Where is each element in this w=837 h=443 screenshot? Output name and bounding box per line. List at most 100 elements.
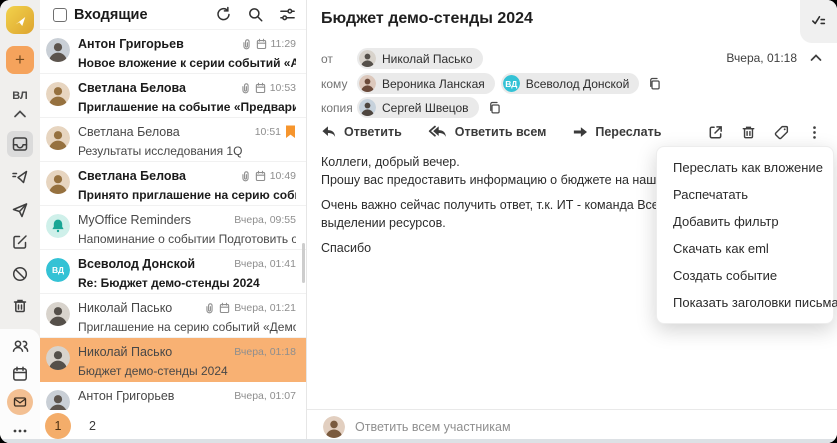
sent-icon[interactable] (7, 197, 33, 223)
kebab-menu-icon[interactable] (806, 124, 823, 141)
email-list-item[interactable]: Светлана Белова 10:51 Результаты исследо… (40, 118, 306, 162)
mail-actions-row: Ответить Ответить всем Переслать (321, 120, 823, 144)
checklist-icon[interactable] (800, 0, 837, 43)
recipient-chip[interactable]: Николай Пасько (357, 48, 483, 69)
recipient-chip[interactable]: Вероника Ланская (357, 73, 495, 94)
attachment-icon (240, 82, 251, 94)
attachment-icon (241, 38, 252, 50)
context-menu-item[interactable]: Переслать как вложение (657, 154, 833, 181)
email-list-item[interactable]: ВД Всеволод Донской Вчера, 01:41 Re: Бюд… (40, 250, 306, 294)
email-list-item[interactable]: Светлана Белова 10:53 Приглашение на соб… (40, 74, 306, 118)
recipient-avatar: ВД (502, 75, 520, 92)
calendar-icon[interactable] (7, 361, 33, 387)
context-menu-item[interactable]: Показать заголовки письма (657, 289, 837, 316)
quick-reply-field[interactable]: Ответить всем участникам (307, 409, 837, 443)
date-row: Вчера, 01:18 (726, 51, 823, 65)
reply-all-button[interactable]: Ответить всем (428, 125, 546, 139)
recipient-avatar (359, 99, 376, 116)
email-time: 11:29 (270, 38, 297, 50)
reading-pane: Бюджет демо-стенды 2024 от Николай Паськ… (306, 0, 837, 443)
compose-new-button[interactable]: + (6, 46, 34, 74)
email-subject: Приглашение на событие «Предварительно..… (78, 100, 296, 114)
email-time: Вчера, 01:41 (234, 258, 296, 270)
mail-icon[interactable] (7, 389, 33, 415)
context-menu-item[interactable]: Добавить фильтр (657, 208, 833, 235)
cc-label: копия (321, 100, 353, 115)
tag-icon[interactable] (773, 124, 790, 141)
quick-reply-placeholder: Ответить всем участникам (355, 419, 511, 434)
page-1-button[interactable]: 1 (45, 413, 71, 439)
email-time: Вчера, 09:55 (234, 214, 296, 226)
account-initials[interactable]: ВЛ (0, 90, 40, 102)
collapse-account-icon[interactable] (11, 108, 29, 120)
recipient-name: Вероника Ланская (382, 76, 485, 91)
email-subject: Принято приглашение на серию событий «..… (78, 188, 296, 202)
email-list-item[interactable]: Николай Пасько Вчера, 01:18 Бюджет демо-… (40, 338, 306, 382)
trash-icon[interactable] (7, 293, 33, 319)
email-sender: Антон Григорьев (78, 37, 184, 51)
to-label: кому (321, 76, 348, 91)
recipient-name: Всеволод Донской (525, 76, 630, 91)
spam-icon[interactable] (7, 261, 33, 287)
email-sender: Антон Григорьев (78, 389, 175, 403)
forward-button[interactable]: Переслать (572, 125, 661, 139)
window-bottom-edge (0, 439, 837, 443)
recipient-name: Николай Пасько (382, 51, 473, 66)
email-subject: Напоминание о событии Подготовить отчет.… (78, 232, 296, 246)
recipient-chip[interactable]: Сергей Швецов (357, 97, 479, 118)
app-logo-icon[interactable] (6, 6, 34, 34)
event-icon (255, 170, 266, 182)
email-sender: Светлана Белова (78, 125, 180, 139)
recipient-name: Сергей Швецов (382, 100, 469, 115)
sender-avatar: ВД (46, 258, 70, 282)
cc-row: копия Сергей Швецов (321, 97, 502, 118)
email-time: Вчера, 01:21 (234, 302, 296, 314)
mail-subject: Бюджет демо-стенды 2024 (321, 10, 533, 27)
sender-avatar (46, 302, 70, 326)
email-time: 10:51 (254, 126, 281, 138)
sender-avatar (46, 38, 70, 62)
context-menu: Переслать как вложение Распечатать Добав… (656, 146, 837, 324)
filter-icon[interactable] (279, 6, 296, 23)
email-list: Антон Григорьев 11:29 Новое вложение к с… (40, 30, 306, 443)
outbox-icon[interactable] (7, 164, 33, 190)
copy-cc-icon[interactable] (487, 100, 502, 115)
open-in-new-icon[interactable] (707, 124, 724, 141)
copy-recipients-icon[interactable] (647, 76, 662, 91)
email-sender: Николай Пасько (78, 301, 173, 315)
email-list-item[interactable]: MyOffice Reminders Вчера, 09:55 Напомина… (40, 206, 306, 250)
delete-icon[interactable] (740, 124, 757, 141)
context-menu-item[interactable]: Распечатать (657, 181, 833, 208)
email-list-item[interactable]: Антон Григорьев 11:29 Новое вложение к с… (40, 30, 306, 74)
email-time: Вчера, 01:07 (234, 390, 296, 402)
inbox-icon[interactable] (7, 131, 33, 157)
email-list-item[interactable]: Светлана Белова 10:49 Принято приглашени… (40, 162, 306, 206)
recipient-chip[interactable]: ВД Всеволод Донской (500, 73, 640, 94)
reply-button[interactable]: Ответить (321, 125, 402, 139)
event-icon (256, 38, 267, 50)
email-sender: Светлана Белова (78, 169, 186, 183)
folder-title: Входящие (74, 6, 148, 23)
context-menu-item[interactable]: Создать событие (657, 262, 833, 289)
collapse-header-icon[interactable] (809, 53, 823, 63)
event-icon (219, 302, 230, 314)
refresh-icon[interactable] (215, 6, 232, 23)
email-list-item[interactable]: Николай Пасько Вчера, 01:21 Приглашение … (40, 294, 306, 338)
sender-avatar (46, 214, 70, 238)
context-menu-item[interactable]: Скачать как eml (657, 235, 833, 262)
contacts-icon[interactable] (7, 333, 33, 359)
attachment-icon (204, 302, 215, 314)
email-subject: Re: Бюджет демо-стенды 2024 (78, 276, 260, 290)
recipient-avatar (359, 50, 376, 67)
select-all-checkbox[interactable] (53, 7, 67, 22)
drafts-icon[interactable] (7, 229, 33, 255)
email-time: 10:49 (269, 170, 296, 182)
email-sender: Всеволод Донской (78, 257, 196, 271)
email-subject: Приглашение на серию событий «Демо стен.… (78, 320, 296, 334)
sender-avatar (46, 346, 70, 370)
page-2-button[interactable]: 2 (89, 419, 96, 433)
sender-avatar (46, 126, 70, 150)
user-avatar (323, 415, 345, 438)
list-scrollbar[interactable] (302, 243, 305, 283)
search-icon[interactable] (247, 6, 264, 23)
